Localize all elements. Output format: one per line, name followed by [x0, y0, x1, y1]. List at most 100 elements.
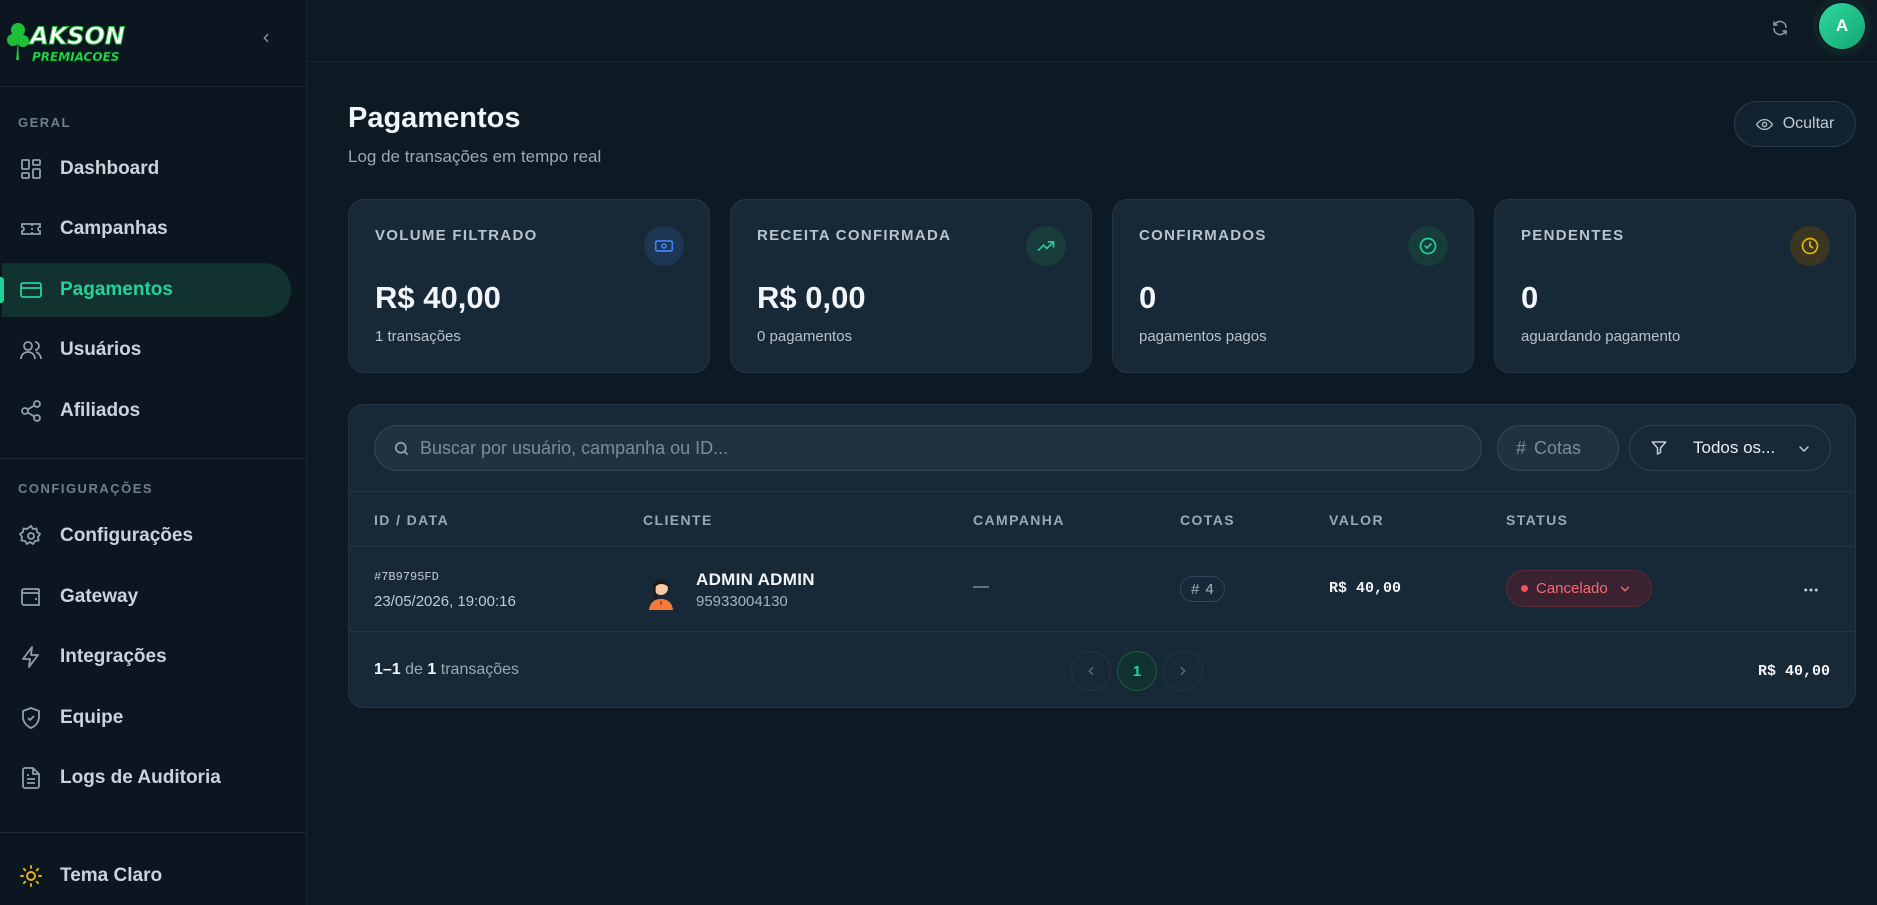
sidebar-item-configuracoes[interactable]: Configurações [2, 509, 291, 563]
search-box [374, 425, 1482, 471]
column-header-id: ID / DATA [374, 512, 450, 528]
eye-icon [1755, 118, 1773, 130]
sidebar: AKSON PREMIACOES GERAL Dashboard Campanh… [0, 0, 307, 905]
chevron-left-icon [263, 33, 269, 43]
sidebar-item-label: Configurações [60, 525, 194, 546]
theme-toggle-label: Tema Claro [60, 865, 163, 886]
column-header-valor: VALOR [1329, 512, 1384, 528]
sidebar-item-logs[interactable]: Logs de Auditoria [2, 751, 291, 805]
status-dot [1521, 585, 1528, 592]
user-avatar-button[interactable]: A [1819, 3, 1865, 49]
sidebar-item-label: Integrações [60, 646, 167, 667]
transaction-date: 23/05/2026, 19:00:16 [374, 593, 516, 610]
check-circle-icon [1408, 226, 1448, 266]
column-header-campanha: CAMPANHA [973, 512, 1065, 528]
hide-values-label: Ocultar [1782, 115, 1835, 132]
section-label-general: GERAL [18, 115, 71, 130]
sidebar-item-label: Logs de Auditoria [60, 767, 221, 788]
dashboard-icon [18, 156, 44, 182]
search-icon [393, 440, 410, 457]
chevron-left-icon [1088, 666, 1094, 676]
chevron-down-icon [1618, 582, 1632, 596]
filter-icon [1650, 439, 1668, 457]
footer-total-value: R$ 40,00 [1757, 663, 1830, 680]
sidebar-item-label: Afiliados [60, 400, 141, 421]
table-footer: 1–1 de 1 transações 1 R$ 40,00 [349, 633, 1855, 707]
svg-text:AKSON: AKSON [28, 22, 125, 50]
hash-icon: # [1516, 437, 1527, 458]
sidebar-item-equipe[interactable]: Equipe [2, 691, 291, 745]
sidebar-item-afiliados[interactable]: Afiliados [2, 384, 291, 438]
gear-icon [18, 523, 44, 549]
sidebar-item-label: Gateway [60, 586, 139, 607]
client-phone: 95933004130 [696, 593, 788, 610]
sidebar-item-usuarios[interactable]: Usuários [2, 323, 291, 377]
sidebar-item-label: Usuários [60, 339, 142, 360]
row-actions-button[interactable] [1799, 578, 1823, 602]
stat-card-sub: aguardando pagamento [1521, 328, 1681, 345]
cash-icon [644, 226, 684, 266]
column-header-cotas: COTAS [1180, 512, 1235, 528]
table-header: ID / DATA CLIENTE CAMPANHA COTAS VALOR S… [349, 491, 1855, 547]
sidebar-divider [0, 458, 307, 459]
status-label: Cancelado [1536, 580, 1608, 597]
clock-icon [1790, 226, 1830, 266]
avatar [642, 572, 680, 610]
sidebar-item-pagamentos[interactable]: Pagamentos [0, 263, 291, 317]
sidebar-item-gateway[interactable]: Gateway [2, 570, 291, 624]
of-text: de [405, 661, 423, 678]
sidebar-item-integracoes[interactable]: Integrações [2, 630, 291, 684]
stat-card-pendentes: PENDENTES 0 aguardando pagamento [1494, 199, 1856, 373]
refresh-icon [1773, 20, 1787, 36]
pagination-summary: 1–1 de 1 transações [374, 661, 519, 679]
stat-card-label: RECEITA CONFIRMADA [757, 227, 952, 244]
theme-toggle-button[interactable]: Tema Claro [2, 849, 291, 903]
cotas-badge: # 4 [1180, 576, 1225, 602]
cotas-filter: # [1497, 425, 1619, 471]
transactions-panel: # Todos os... ID / DATA CLIENTE CAMPANHA… [348, 404, 1856, 708]
stat-card-value: 0 [1139, 280, 1157, 315]
document-icon [18, 765, 44, 791]
status-filter-label: Todos os... [1693, 438, 1776, 457]
stat-card-receita: RECEITA CONFIRMADA R$ 0,00 0 pagamentos [730, 199, 1092, 373]
cotas-count: 4 [1205, 580, 1214, 598]
hide-values-button[interactable]: Ocultar [1734, 101, 1856, 147]
stat-card-sub: 0 pagamentos [757, 328, 853, 345]
cotas-input[interactable] [1534, 437, 1615, 459]
chevron-down-icon [1796, 441, 1812, 457]
stat-card-value: R$ 40,00 [375, 280, 501, 315]
search-input[interactable] [420, 437, 1420, 459]
share-icon [18, 398, 44, 424]
page-subtitle: Log de transações em tempo real [348, 147, 602, 166]
section-label-config: CONFIGURAÇÕES [18, 481, 154, 496]
prev-page-button[interactable] [1071, 651, 1111, 691]
stat-card-label: PENDENTES [1521, 227, 1625, 244]
stat-card-sub: 1 transações [375, 328, 461, 345]
sidebar-divider [0, 832, 307, 833]
lightning-icon [18, 644, 44, 670]
sidebar-item-label: Campanhas [60, 218, 168, 239]
refresh-button[interactable] [1767, 15, 1793, 41]
trending-up-icon [1026, 226, 1066, 266]
status-dropdown[interactable]: Cancelado [1506, 570, 1652, 607]
credit-card-icon [18, 277, 44, 303]
stat-card-sub: pagamentos pagos [1139, 328, 1267, 345]
total-count: 1 [427, 661, 437, 678]
akson-logo: AKSON PREMIACOES [7, 22, 125, 64]
stat-card-value: 0 [1521, 280, 1539, 315]
page-button-1[interactable]: 1 [1117, 651, 1157, 691]
transaction-value: R$ 40,00 [1329, 580, 1402, 597]
column-header-status: STATUS [1506, 512, 1569, 528]
users-icon [18, 337, 44, 363]
pagination: 1 [1071, 651, 1203, 691]
status-filter-select[interactable]: Todos os... [1629, 425, 1831, 471]
next-page-button[interactable] [1163, 651, 1203, 691]
transaction-id: #7B9795FD [374, 570, 439, 584]
sidebar-item-campanhas[interactable]: Campanhas [2, 202, 291, 256]
table-row[interactable]: #7B9795FD 23/05/2026, 19:00:16 ADMIN ADM… [349, 548, 1855, 632]
collapse-sidebar-button[interactable] [256, 28, 276, 48]
client-name: ADMIN ADMIN [696, 570, 815, 589]
sidebar-item-dashboard[interactable]: Dashboard [2, 142, 291, 196]
page-title: Pagamentos [348, 102, 521, 134]
ticket-icon [18, 216, 44, 242]
